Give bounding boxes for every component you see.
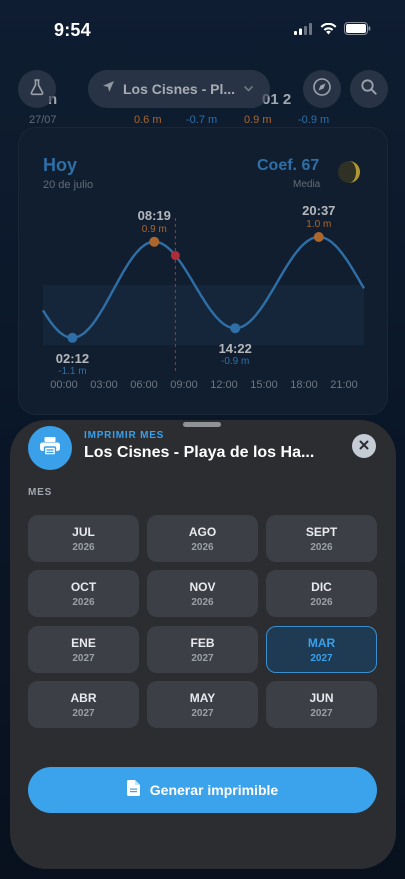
month-option[interactable]: NOV 2026 bbox=[147, 570, 258, 617]
month-name: MAR bbox=[307, 635, 336, 650]
close-button[interactable] bbox=[352, 434, 376, 458]
status-time: 9:54 bbox=[54, 20, 91, 40]
month-year: 2027 bbox=[72, 652, 95, 664]
month-option[interactable]: DIC 2026 bbox=[266, 570, 377, 617]
generate-label: Generar imprimible bbox=[149, 782, 279, 798]
month-name: NOV bbox=[189, 579, 216, 594]
month-name: JUL bbox=[72, 524, 95, 539]
month-year: 2027 bbox=[191, 652, 214, 664]
month-year: 2027 bbox=[191, 707, 214, 719]
printer-icon bbox=[39, 436, 61, 461]
battery-icon bbox=[344, 22, 371, 40]
sheet-grabber[interactable] bbox=[183, 422, 221, 427]
month-year: 2027 bbox=[310, 652, 333, 664]
month-name: OCT bbox=[70, 579, 97, 594]
month-year: 2027 bbox=[72, 707, 95, 719]
sheet-kicker: IMPRIMIR MES bbox=[84, 430, 165, 441]
wifi-icon bbox=[320, 22, 337, 40]
month-section-label: MES bbox=[28, 487, 53, 498]
month-year: 2026 bbox=[191, 541, 214, 553]
print-month-sheet: IMPRIMIR MES Los Cisnes - Playa de los H… bbox=[10, 420, 396, 869]
month-option[interactable]: SEPT 2026 bbox=[266, 515, 377, 562]
print-badge bbox=[28, 426, 72, 470]
month-name: JUN bbox=[309, 690, 334, 705]
month-option[interactable]: ABR 2027 bbox=[28, 681, 139, 728]
month-name: ENE bbox=[71, 635, 96, 650]
month-option[interactable]: JUL 2026 bbox=[28, 515, 139, 562]
month-name: AGO bbox=[188, 524, 217, 539]
document-icon bbox=[126, 779, 140, 801]
month-year: 2027 bbox=[310, 707, 333, 719]
month-name: MAY bbox=[189, 690, 216, 705]
month-year: 2026 bbox=[310, 596, 333, 608]
status-bar: 9:54 bbox=[0, 0, 405, 58]
month-name: ABR bbox=[70, 690, 97, 705]
month-option[interactable]: FEB 2027 bbox=[147, 626, 258, 673]
sheet-title: Los Cisnes - Playa de los Ha... bbox=[84, 444, 315, 461]
month-option-selected[interactable]: MAR 2027 bbox=[266, 626, 377, 673]
signal-icon bbox=[294, 22, 313, 40]
month-year: 2026 bbox=[310, 541, 333, 553]
month-option[interactable]: JUN 2027 bbox=[266, 681, 377, 728]
month-year: 2026 bbox=[72, 541, 95, 553]
close-icon bbox=[359, 437, 369, 455]
month-option[interactable]: MAY 2027 bbox=[147, 681, 258, 728]
month-year: 2026 bbox=[72, 596, 95, 608]
month-name: FEB bbox=[190, 635, 215, 650]
month-option[interactable]: OCT 2026 bbox=[28, 570, 139, 617]
month-option[interactable]: AGO 2026 bbox=[147, 515, 258, 562]
month-option[interactable]: ENE 2027 bbox=[28, 626, 139, 673]
month-name: SEPT bbox=[305, 524, 338, 539]
generate-printable-button[interactable]: Generar imprimible bbox=[28, 767, 377, 813]
month-name: DIC bbox=[311, 579, 332, 594]
month-year: 2026 bbox=[191, 596, 214, 608]
